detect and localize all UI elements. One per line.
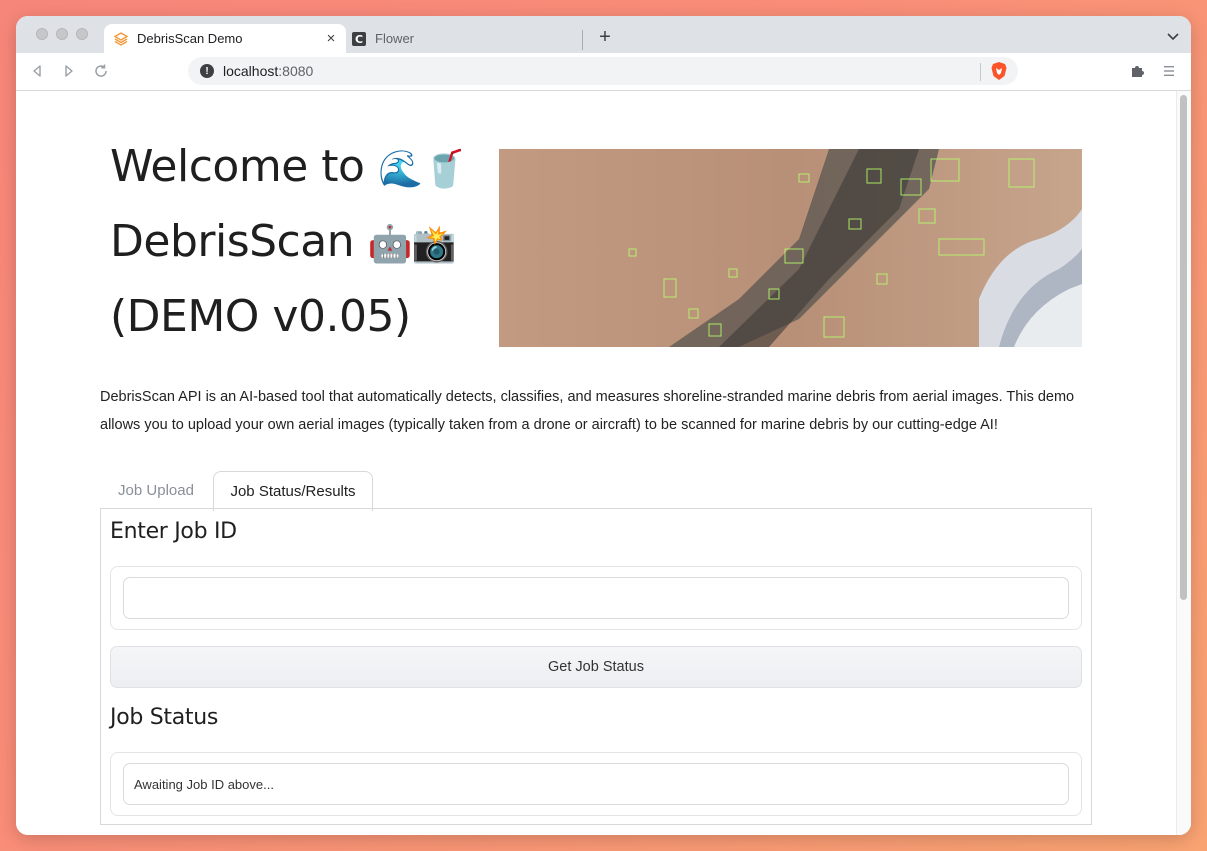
scrollbar-thumb[interactable] (1180, 95, 1187, 600)
reload-icon[interactable] (92, 62, 110, 80)
browser-toolbar: ! localhost:8080 (16, 53, 1191, 91)
job-id-input[interactable] (123, 577, 1069, 619)
wave-cup-emoji-icon: 🌊🥤 (377, 149, 467, 190)
browser-tab-debrisscan[interactable]: DebrisScan Demo × (104, 24, 346, 53)
url-port: :8080 (278, 63, 314, 79)
tab-job-status-results[interactable]: Job Status/Results (213, 471, 373, 511)
address-bar[interactable]: ! localhost:8080 (188, 57, 1018, 85)
title-line-2: DebrisScan (110, 216, 355, 267)
puzzle-icon[interactable] (1130, 63, 1146, 79)
job-status-panel: Enter Job ID Get Job Status Job Status A… (100, 508, 1092, 825)
info-icon[interactable]: ! (200, 64, 214, 78)
tab-separator (582, 30, 583, 50)
aerial-debris-image (499, 149, 1082, 347)
chevron-down-icon[interactable] (1165, 28, 1181, 44)
job-status-box: Awaiting Job ID above... (110, 752, 1082, 816)
svg-text:C: C (355, 33, 363, 46)
title-line-3: (DEMO v0.05) (110, 291, 411, 342)
job-status-output: Awaiting Job ID above... (123, 763, 1069, 805)
browser-window: DebrisScan Demo × C Flower + ! localhost… (16, 16, 1191, 835)
scrollbar[interactable] (1176, 91, 1191, 835)
minimize-window-button[interactable] (56, 28, 68, 40)
page-content: Welcome to 🌊🥤 DebrisScan 🤖📸 (DEMO v0.05) (16, 91, 1191, 835)
new-tab-button[interactable]: + (594, 26, 616, 48)
c-letter-icon: C (352, 31, 366, 46)
job-id-box (110, 566, 1082, 630)
tab-strip: DebrisScan Demo × C Flower + (16, 16, 1191, 53)
enter-job-heading: Enter Job ID (110, 519, 237, 544)
close-window-button[interactable] (36, 28, 48, 40)
hamburger-menu-icon[interactable] (1161, 63, 1177, 79)
get-job-status-button[interactable]: Get Job Status (110, 646, 1082, 688)
address-separator (980, 63, 981, 81)
close-icon[interactable]: × (322, 30, 340, 48)
forward-icon[interactable] (60, 62, 78, 80)
job-status-heading: Job Status (110, 705, 219, 730)
maximize-window-button[interactable] (76, 28, 88, 40)
tabs-row: Job Upload Job Status/Results (100, 471, 1092, 511)
back-icon[interactable] (28, 62, 46, 80)
title-line-1: Welcome to (110, 141, 365, 192)
browser-tab-flower[interactable]: C Flower (346, 24, 582, 53)
tab-title: DebrisScan Demo (137, 31, 243, 46)
brave-shield-icon[interactable] (990, 61, 1008, 81)
tab-title: Flower (375, 31, 415, 46)
url-host: localhost (223, 63, 279, 79)
page-title: Welcome to 🌊🥤 DebrisScan 🤖📸 (DEMO v0.05) (110, 131, 470, 353)
gradio-icon (114, 31, 128, 46)
robot-camera-emoji-icon: 🤖📸 (367, 224, 457, 265)
tab-job-upload[interactable]: Job Upload (100, 471, 212, 509)
intro-text: DebrisScan API is an AI-based tool that … (100, 389, 1075, 433)
